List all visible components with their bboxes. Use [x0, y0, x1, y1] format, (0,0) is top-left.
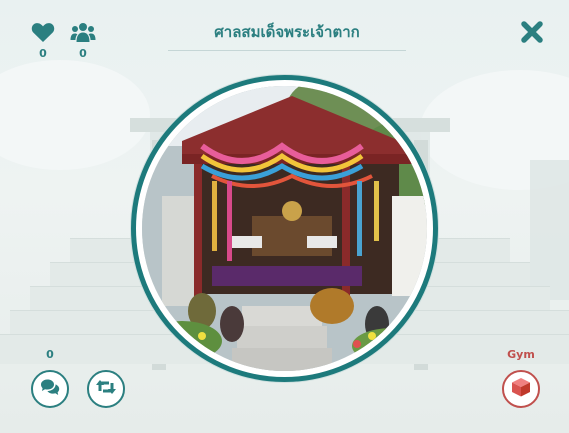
users-icon [63, 22, 103, 43]
likes-count: 0 [39, 47, 47, 60]
heart-icon [23, 22, 63, 43]
gym-label: Gym [507, 348, 535, 361]
comment-button[interactable] [31, 370, 69, 408]
page-title: ศาลสมเด็จพระเจ้าตาก [168, 20, 406, 51]
members-count: 0 [79, 47, 87, 60]
close-button[interactable] [519, 19, 545, 45]
retweet-icon [95, 378, 117, 400]
location-photo-frame [131, 75, 438, 382]
comment-count: 0 [46, 348, 54, 361]
gym-button[interactable] [502, 370, 540, 408]
location-photo [142, 86, 427, 371]
cube-icon [511, 377, 531, 401]
likes-stat[interactable]: 0 [23, 22, 63, 60]
close-icon [519, 21, 545, 49]
members-stat[interactable]: 0 [63, 22, 103, 60]
refresh-button[interactable] [87, 370, 125, 408]
comment-icon [39, 378, 61, 400]
